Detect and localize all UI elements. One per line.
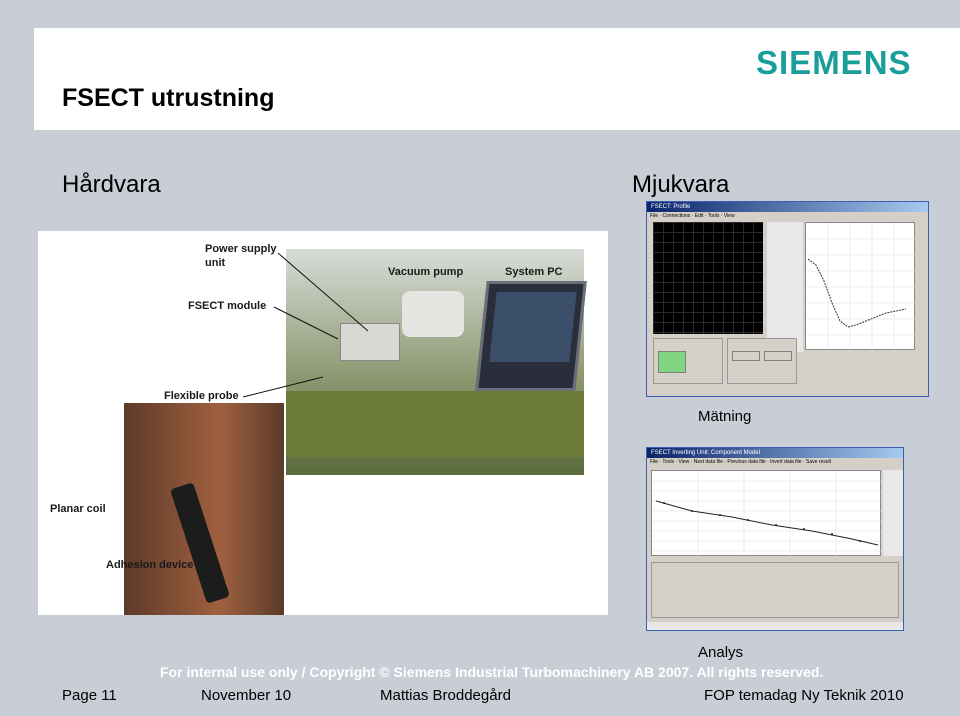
analysis-curve-plot <box>651 470 882 557</box>
software-heading: Mjukvara <box>632 171 730 198</box>
footer-date: November 10 <box>201 687 292 704</box>
analysis-curve <box>652 471 882 557</box>
readout-panel <box>767 222 803 352</box>
measurement-caption: Mätning <box>698 408 752 425</box>
footer-page-number: Page 11 <box>62 687 117 704</box>
oscilloscope-display <box>653 222 763 334</box>
inversion-unit-panel <box>651 562 899 618</box>
footer-author: Mattias Broddegård <box>380 687 511 704</box>
analysis-axis-panel <box>883 470 903 556</box>
label-pointer-lines <box>242 252 369 398</box>
slide-header: FSECT utrustning SIEMENS <box>34 28 960 130</box>
window-menubar: File · Connections · Edit · Tools · View <box>650 213 735 219</box>
calibration-scan-panel <box>727 338 797 384</box>
analysis-software-screenshot: FSECT Inverting Unit: Component Model Fi… <box>646 447 904 631</box>
calibration-button[interactable] <box>658 351 686 373</box>
hardware-heading: Hårdvara <box>62 171 161 198</box>
measure-handler-panel <box>653 338 723 384</box>
analysis-caption: Analys <box>698 644 744 661</box>
window-titlebar: FSECT: Profile <box>647 202 928 212</box>
hardware-photo: Power supply unit Vacuum pump System PC … <box>38 231 608 615</box>
analysis-statusbar <box>647 622 903 630</box>
analysis-window-titlebar: FSECT Inverting Unit: Component Model <box>647 448 903 458</box>
footer-copyright: For internal use only / Copyright © Siem… <box>160 664 824 680</box>
slide-title: FSECT utrustning <box>62 84 275 112</box>
scan-button-1[interactable] <box>732 351 760 361</box>
scan-button-2[interactable] <box>764 351 792 361</box>
analysis-window-menubar: File · Tools · View · Next data file · P… <box>650 459 832 465</box>
siemens-logo: SIEMENS <box>756 44 912 81</box>
measurement-software-screenshot: FSECT: Profile File · Connections · Edit… <box>646 201 929 397</box>
measurement-curve-plot <box>805 222 916 351</box>
measurement-curve <box>806 223 916 351</box>
footer-event: FOP temadag Ny Teknik 2010 <box>704 687 904 704</box>
